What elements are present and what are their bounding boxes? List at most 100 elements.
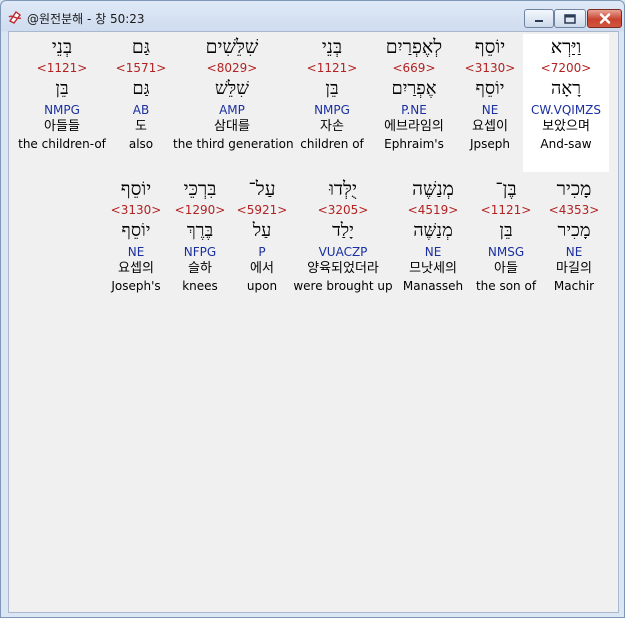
- hebrew-lemma: רָאָה: [551, 78, 581, 99]
- strong-number: <8029>: [206, 61, 258, 75]
- word-cell[interactable]: וַיַּרְא <7200> רָאָה CW.VQIMZS 보았으며 And…: [523, 34, 609, 172]
- hebrew-lemma: יָלַד: [332, 220, 354, 241]
- word-cell[interactable]: יוֹסֵף <3130> יוֹסֵף NE 요셉이 Jpseph: [447, 34, 533, 152]
- window-title: @원전분해 - 창 50:23: [27, 12, 145, 26]
- word-cell[interactable]: יוֹסֵף <3130> יוֹסֵף NE 요셉의 Joseph's: [103, 176, 169, 294]
- maximize-icon: [564, 13, 576, 24]
- korean-gloss: 양육되었더라: [307, 261, 379, 276]
- english-gloss: were brought up: [293, 279, 393, 293]
- hebrew-word: וַיַּרְא: [550, 36, 582, 58]
- morphology-code: AMP: [219, 103, 245, 117]
- minimize-button[interactable]: [524, 9, 554, 28]
- english-gloss: the son of: [475, 279, 537, 293]
- hebrew-word: לְאֶפְרַיִם: [385, 36, 443, 58]
- word-cell[interactable]: גַּם <1571> גַּם AB 도 also: [109, 34, 173, 152]
- word-cell[interactable]: שִׁלֵּשִׁים <8029> שִׁלֵּשׁ AMP 삼대를 the …: [173, 34, 294, 152]
- close-icon: [599, 13, 610, 24]
- korean-gloss: 아들: [494, 261, 518, 276]
- hebrew-word: יוֹסֵף: [120, 178, 152, 200]
- korean-gloss: 에브라임의: [384, 119, 444, 134]
- morphology-code: P.NE: [401, 103, 427, 117]
- strong-number: <5921>: [236, 203, 288, 217]
- hebrew-word: מָכִיר: [556, 178, 592, 200]
- hebrew-word: יוֹסֵף: [474, 36, 506, 58]
- strong-number: <7200>: [540, 61, 592, 75]
- hebrew-word: בְּנֵי: [51, 36, 73, 58]
- hebrew-lemma: בֵּן: [499, 220, 513, 241]
- hebrew-lemma: בֵּן: [55, 78, 69, 99]
- strong-number: <1121>: [480, 203, 532, 217]
- english-gloss: the children-of: [18, 137, 106, 151]
- english-gloss: And-saw: [540, 137, 592, 151]
- strong-number: <1121>: [36, 61, 88, 75]
- hebrew-word: בְּנֵי: [321, 36, 343, 58]
- hebrew-word: מְנַשֶּׁה: [412, 178, 454, 200]
- strong-number: <1121>: [306, 61, 358, 75]
- morphology-code: NMSG: [487, 245, 525, 259]
- hebrew-word: יֻלְּדוּ: [329, 178, 357, 200]
- word-cell[interactable]: בִּרְכֵּי <1290> בֶּרֶךְ NFPG 슬하 knees: [169, 176, 231, 294]
- english-gloss: also: [128, 137, 154, 151]
- word-cell[interactable]: מָכִיר <4353> מָכִיר NE 마길의 Machir: [537, 176, 611, 294]
- english-gloss: Ephraim's: [384, 137, 444, 151]
- word-cell[interactable]: יֻלְּדוּ <3205> יָלַד VUACZP 양육되었더라 were…: [291, 176, 395, 294]
- korean-gloss: 아들들: [44, 119, 80, 134]
- word-cell[interactable]: בְּנֵי <1121> בֵּן NMPG 아들들 the children…: [13, 34, 111, 152]
- hebrew-lemma: יוֹסֵף: [121, 220, 151, 241]
- minimize-icon: [535, 19, 543, 22]
- strong-number: <1571>: [115, 61, 167, 75]
- morphology-code: NE: [424, 245, 442, 259]
- strong-number: <669>: [392, 61, 436, 75]
- hebrew-lemma: שִׁלֵּשׁ: [215, 78, 249, 99]
- korean-gloss: 보았으며: [542, 119, 590, 134]
- word-cell[interactable]: עַל־ <5921> עַל P 에서 upon: [231, 176, 293, 294]
- hebrew-lemma: עַל: [252, 220, 272, 241]
- morphology-code: NE: [481, 103, 499, 117]
- korean-gloss: 자손: [320, 119, 344, 134]
- korean-gloss: 에서: [250, 261, 274, 276]
- hebrew-word: עַל־: [248, 178, 276, 200]
- morphology-code: NFPG: [183, 245, 217, 259]
- strong-number: <3205>: [317, 203, 369, 217]
- strong-number: <3130>: [110, 203, 162, 217]
- app-logo-icon: [8, 10, 22, 24]
- morphology-code: NE: [565, 245, 583, 259]
- english-gloss: Manasseh: [402, 279, 464, 293]
- title-bar[interactable]: @원전분해 - 창 50:23: [1, 1, 624, 31]
- word-cell[interactable]: מְנַשֶּׁה <4519> מְנַשֶּׁה NE 므낫세의 Manas…: [393, 176, 473, 294]
- word-cell[interactable]: בֶּן־ <1121> בֵּן NMSG 아들 the son of: [469, 176, 543, 294]
- korean-gloss: 요셉이: [472, 119, 508, 134]
- strong-number: <4519>: [407, 203, 459, 217]
- hebrew-lemma: בֶּרֶךְ: [186, 220, 214, 241]
- word-cell[interactable]: לְאֶפְרַיִם <669> אֶפְרַיִם P.NE 에브라임의 E…: [371, 34, 457, 152]
- hebrew-lemma: אֶפְרַיִם: [391, 78, 437, 99]
- morphology-code: AB: [132, 103, 150, 117]
- hebrew-lemma: מָכִיר: [557, 220, 591, 241]
- morphology-code: NMPG: [44, 103, 80, 117]
- korean-gloss: 마길의: [556, 261, 592, 276]
- english-gloss: Joseph's: [111, 279, 161, 293]
- word-cell[interactable]: בְּנֵי <1121> בֵּן NMPG 자손 children of: [289, 34, 375, 152]
- english-gloss: children of: [300, 137, 364, 151]
- morphology-code: NE: [127, 245, 145, 259]
- korean-gloss: 도: [135, 119, 147, 134]
- hebrew-lemma: יוֹסֵף: [475, 78, 505, 99]
- korean-gloss: 므낫세의: [409, 261, 457, 276]
- hebrew-word: בִּרְכֵּי: [183, 178, 217, 200]
- close-button[interactable]: [587, 9, 622, 28]
- morphology-code: CW.VQIMZS: [530, 103, 602, 117]
- korean-gloss: 삼대를: [214, 119, 250, 134]
- strong-number: <4353>: [548, 203, 600, 217]
- hebrew-lemma: בֵּן: [325, 78, 339, 99]
- english-gloss: knees: [182, 279, 218, 293]
- hebrew-word: גַּם: [131, 36, 151, 58]
- hebrew-lemma: מְנַשֶּׁה: [413, 220, 453, 241]
- morphology-code: VUACZP: [318, 245, 368, 259]
- maximize-button[interactable]: [554, 9, 586, 28]
- strong-number: <1290>: [174, 203, 226, 217]
- strong-number: <3130>: [464, 61, 516, 75]
- korean-gloss: 요셉의: [118, 261, 154, 276]
- english-gloss: Machir: [553, 279, 595, 293]
- hebrew-word: שִׁלֵּשִׁים: [205, 36, 259, 58]
- interlinear-view[interactable]: וַיַּרְא <7200> רָאָה CW.VQIMZS 보았으며 And…: [8, 31, 619, 613]
